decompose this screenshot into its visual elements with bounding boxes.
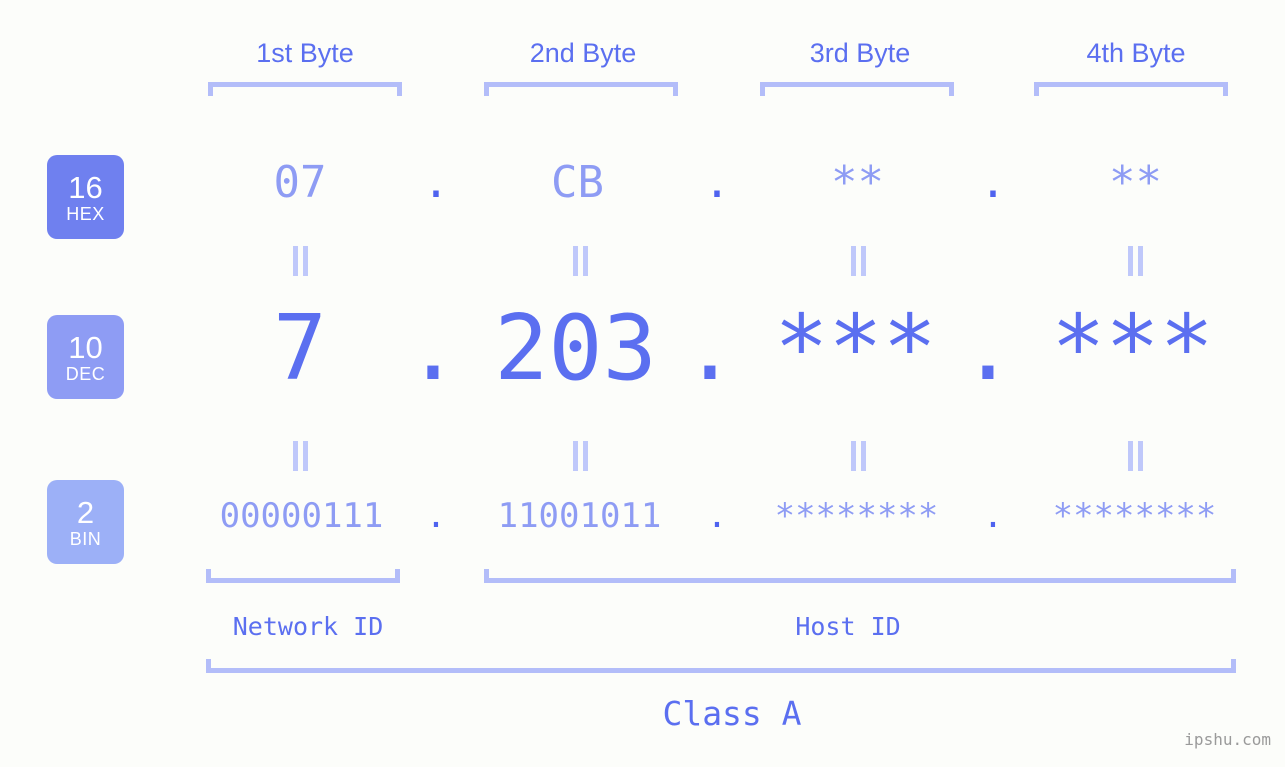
- equality-mark-dec-bin-3: [847, 441, 869, 471]
- dec-byte-3: ***: [774, 296, 937, 401]
- equality-mark-hex-dec-3: [847, 246, 869, 276]
- base-badge-bin: 2 BIN: [47, 480, 124, 564]
- base-badge-hex-number: 16: [68, 169, 103, 205]
- base-badge-bin-name: BIN: [69, 528, 102, 549]
- equality-mark-hex-dec-4: [1124, 246, 1146, 276]
- base-badge-dec-name: DEC: [65, 363, 106, 384]
- bin-separator-2: .: [706, 496, 728, 536]
- base-badge-dec-number: 10: [68, 329, 103, 365]
- watermark: ipshu.com: [1184, 730, 1271, 749]
- byte-header-4: 4th Byte: [1086, 38, 1186, 68]
- base-badge-hex: 16 HEX: [47, 155, 124, 239]
- equality-mark-dec-bin-1: [289, 441, 311, 471]
- ip-breakdown-diagram: 1st Byte 2nd Byte 3rd Byte 4th Byte 16 H…: [0, 0, 1285, 767]
- equality-mark-dec-bin-4: [1124, 441, 1146, 471]
- hex-separator-1: .: [422, 157, 450, 208]
- host-id-bracket: [484, 569, 1236, 583]
- base-badge-dec: 10 DEC: [47, 315, 124, 399]
- network-id-label: Network ID: [232, 612, 384, 641]
- hex-byte-2: CB: [551, 157, 604, 208]
- equality-mark-hex-dec-2: [569, 246, 591, 276]
- byte-bracket-top-1: [208, 82, 402, 96]
- base-badge-bin-number: 2: [76, 494, 95, 530]
- bin-byte-2: 11001011: [497, 496, 662, 536]
- equality-mark-dec-bin-2: [569, 441, 591, 471]
- bin-separator-1: .: [425, 496, 447, 536]
- dec-separator-2: .: [682, 296, 738, 401]
- dec-byte-1: 7: [272, 296, 328, 401]
- bin-byte-3: ********: [774, 496, 939, 536]
- dec-separator-1: .: [405, 296, 461, 401]
- byte-header-1: 1st Byte: [256, 38, 354, 68]
- byte-header-2: 2nd Byte: [529, 38, 637, 68]
- bin-byte-1: 00000111: [219, 496, 384, 536]
- hex-byte-3: **: [831, 157, 884, 208]
- hex-byte-1: 07: [273, 157, 327, 208]
- hex-separator-3: .: [979, 157, 1007, 208]
- class-label: Class A: [662, 694, 802, 733]
- class-bracket: [206, 659, 1236, 673]
- base-badge-hex-name: HEX: [66, 203, 105, 224]
- equality-mark-hex-dec-1: [289, 246, 311, 276]
- dec-byte-4: ***: [1051, 296, 1214, 401]
- hex-separator-2: .: [703, 157, 731, 208]
- bin-separator-3: .: [982, 496, 1004, 536]
- byte-bracket-top-4: [1034, 82, 1228, 96]
- byte-bracket-top-2: [484, 82, 678, 96]
- bin-byte-4: ********: [1052, 496, 1217, 536]
- dec-separator-3: .: [960, 296, 1016, 401]
- byte-header-3: 3rd Byte: [809, 38, 911, 68]
- hex-byte-4: **: [1109, 157, 1162, 208]
- byte-bracket-top-3: [760, 82, 954, 96]
- host-id-label: Host ID: [795, 612, 901, 641]
- network-id-bracket: [206, 569, 400, 583]
- dec-byte-2: 203: [494, 296, 657, 401]
